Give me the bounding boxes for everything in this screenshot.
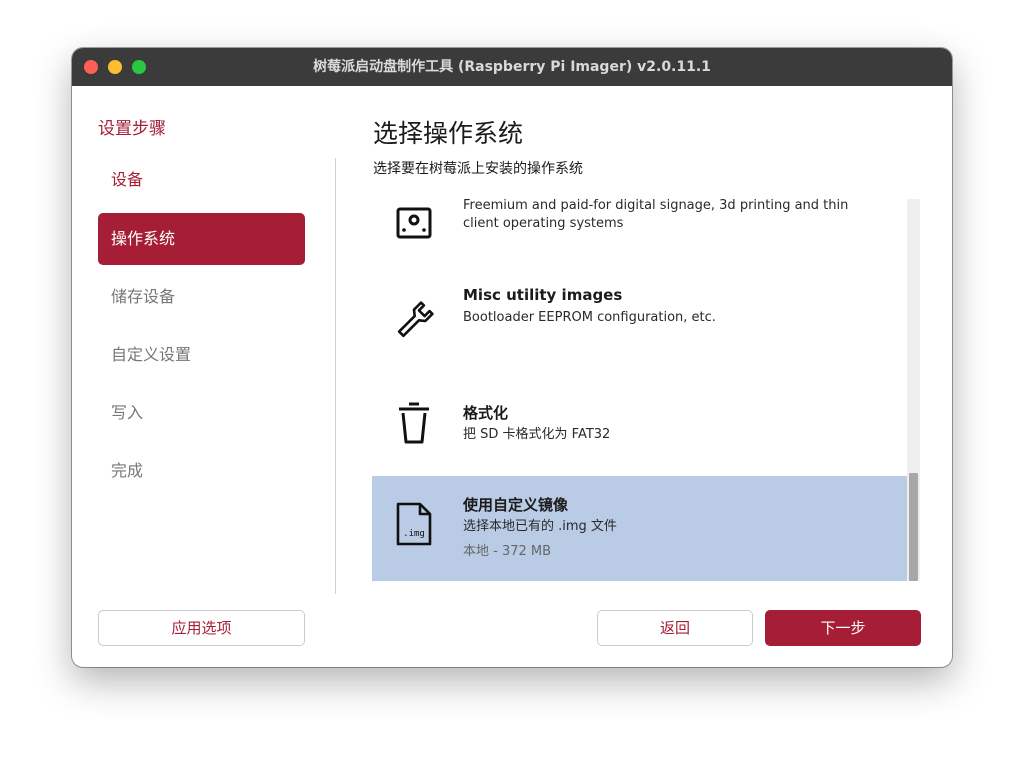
os-item-description: 把 SD 卡格式化为 FAT32 xyxy=(463,427,611,442)
sidebar-item-label: 自定义设置 xyxy=(111,345,192,364)
os-list[interactable]: Freemium and paid-for digital signage, 3… xyxy=(372,199,908,581)
sidebar-divider xyxy=(335,158,336,594)
page-title: 选择操作系统 xyxy=(373,119,524,148)
page-subtitle: 选择要在树莓派上安装的操作系统 xyxy=(373,161,583,177)
os-list-item-misc-utility[interactable]: Misc utility images Bootloader EEPROM co… xyxy=(372,271,908,383)
os-list-scrollbar[interactable] xyxy=(907,199,920,581)
app-options-button[interactable]: 应用选项 xyxy=(98,610,305,646)
os-list-item-signage[interactable]: Freemium and paid-for digital signage, 3… xyxy=(372,199,908,271)
sidebar-item-label: 完成 xyxy=(111,461,144,480)
title-bar[interactable]: 树莓派启动盘制作工具 (Raspberry Pi Imager) v2.0.11… xyxy=(72,48,952,86)
img-file-icon: .img xyxy=(392,502,436,546)
os-item-size: 本地 - 372 MB xyxy=(463,544,552,559)
sidebar-item-storage[interactable]: 储存设备 xyxy=(98,271,305,323)
sidebar-item-device[interactable]: 设备 xyxy=(98,154,305,206)
sidebar-heading: 设置步骤 xyxy=(98,119,166,139)
os-item-description: Bootloader EEPROM configuration, etc. xyxy=(463,310,716,325)
wrench-icon xyxy=(392,299,436,343)
sidebar-item-label: 储存设备 xyxy=(111,287,176,306)
sidebar-item-write[interactable]: 写入 xyxy=(98,387,305,439)
sidebar-item-os[interactable]: 操作系统 xyxy=(98,213,305,265)
signage-icon xyxy=(392,203,436,247)
sidebar-item-customization[interactable]: 自定义设置 xyxy=(98,329,305,381)
scrollbar-thumb[interactable] xyxy=(909,473,918,581)
window-title: 树莓派启动盘制作工具 (Raspberry Pi Imager) v2.0.11… xyxy=(313,59,711,75)
sidebar-item-label: 操作系统 xyxy=(111,229,176,248)
sidebar-item-label: 写入 xyxy=(111,403,144,422)
os-item-title: 使用自定义镜像 xyxy=(463,496,569,514)
os-item-title: Misc utility images xyxy=(463,286,623,304)
os-item-title: 格式化 xyxy=(463,404,509,422)
img-file-icon-label: .img xyxy=(403,529,425,539)
app-window: 树莓派启动盘制作工具 (Raspberry Pi Imager) v2.0.11… xyxy=(72,48,952,667)
sidebar-item-label: 设备 xyxy=(111,170,144,189)
back-button[interactable]: 返回 xyxy=(597,610,753,646)
os-item-description: Freemium and paid-for digital signage, 3… xyxy=(463,199,849,231)
os-list-item-custom-image[interactable]: .img 使用自定义镜像 选择本地已有的 .img 文件 本地 - 372 MB xyxy=(372,476,908,581)
sidebar-item-done[interactable]: 完成 xyxy=(98,445,305,497)
os-item-description: 选择本地已有的 .img 文件 xyxy=(463,519,617,534)
trash-icon xyxy=(392,401,436,445)
next-button[interactable]: 下一步 xyxy=(765,610,921,646)
